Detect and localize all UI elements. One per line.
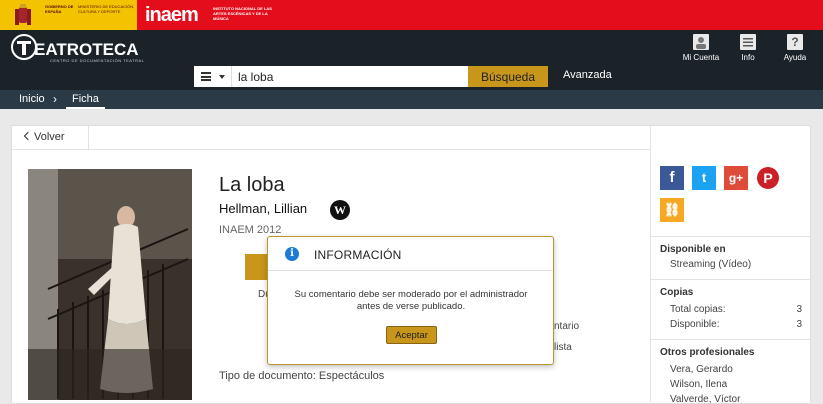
googleplus-share-icon[interactable]: g+ — [724, 166, 748, 190]
available-copies-row: Disponible: 3 — [660, 319, 802, 330]
ministry-text: MINISTERIO DE EDUCACIÓN, CULTURA Y DEPOR… — [78, 4, 135, 14]
available-copies-label: Disponible: — [670, 319, 720, 330]
back-button[interactable]: Volver — [12, 126, 89, 150]
pinterest-share-icon[interactable]: P — [756, 166, 780, 190]
help-label: Ayuda — [783, 53, 807, 62]
record-title: La loba — [219, 174, 285, 196]
professional-item[interactable]: Valverde, Víctor — [660, 394, 802, 404]
site-header: EATROTECA CENTRO DE DOCUMENTACIÓN TEATRA… — [0, 30, 823, 66]
professional-item[interactable]: Vera, Gerardo — [660, 364, 802, 375]
site-logo-subtitle: CENTRO DE DOCUMENTACIÓN TEATRAL — [50, 58, 145, 63]
breadcrumb-current: Ficha — [66, 93, 105, 109]
availability-value[interactable]: Streaming (Vídeo) — [660, 259, 802, 270]
pinterest-glyph: P — [757, 167, 779, 189]
availability-section: Disponible en Streaming (Vídeo) — [651, 236, 811, 270]
inaem-logo[interactable]: inaem — [145, 4, 199, 27]
total-copies-value: 3 — [796, 304, 802, 315]
other-professionals-section: Otros profesionales Vera, Gerardo Wilson… — [651, 339, 811, 404]
search-bar: Búsqueda Avanzada — [0, 66, 823, 90]
chevron-left-icon — [23, 131, 33, 141]
add-comment-link[interactable]: ntario — [554, 321, 579, 332]
advanced-search-link[interactable]: Avanzada — [563, 69, 612, 81]
site-logo-text[interactable]: EATROTECA — [34, 40, 139, 60]
my-account-label: Mi Cuenta — [682, 53, 720, 62]
facebook-share-icon[interactable]: f — [660, 166, 684, 190]
dialog-header: i INFORMACIÓN — [268, 237, 553, 271]
twitter-share-icon[interactable]: t — [692, 166, 716, 190]
search-button[interactable]: Búsqueda — [468, 66, 548, 87]
record-author[interactable]: Hellman, Lillian — [219, 201, 307, 216]
record-toolbar: Volver — [12, 126, 650, 150]
dialog-message: Su comentario debe ser moderado por el a… — [294, 289, 528, 312]
wikipedia-icon[interactable]: W — [330, 200, 350, 220]
back-label: Volver — [34, 131, 65, 143]
permalink-icon[interactable]: ⛓ — [660, 198, 684, 222]
breadcrumb-home[interactable]: Inicio — [19, 93, 45, 105]
info-icon: i — [285, 247, 299, 261]
dialog-title: INFORMACIÓN — [314, 248, 402, 262]
accept-button[interactable]: Aceptar — [386, 326, 437, 344]
list-icon — [740, 34, 756, 50]
info-dialog: i INFORMACIÓN Su comentario debe ser mod… — [267, 236, 554, 365]
breadcrumb: Inicio › Ficha — [0, 90, 823, 109]
hamburger-icon — [201, 72, 211, 81]
government-bar: GOBIERNO DE ESPAÑA MINISTERIO DE EDUCACI… — [0, 0, 823, 30]
add-to-list-link[interactable]: lista — [554, 342, 572, 353]
help-button[interactable]: ? Ayuda — [775, 34, 815, 62]
available-copies-value: 3 — [796, 319, 802, 330]
search-input[interactable] — [232, 66, 468, 87]
inaem-description: INSTITUTO NACIONAL DE LAS ARTES ESCÉNICA… — [213, 6, 272, 21]
total-copies-row: Total copias: 3 — [660, 304, 802, 315]
cover-image[interactable] — [28, 169, 192, 400]
professional-item[interactable]: Wilson, Ilena — [660, 379, 802, 390]
total-copies-label: Total copias: — [670, 304, 726, 315]
record-publisher: INAEM 2012 — [219, 224, 282, 236]
gov-spain-logo: GOBIERNO DE ESPAÑA MINISTERIO DE EDUCACI… — [0, 0, 137, 30]
availability-title: Disponible en — [660, 244, 726, 255]
search-scope-dropdown[interactable] — [194, 66, 232, 87]
chevron-right-icon: › — [53, 92, 57, 106]
chevron-down-icon — [219, 75, 225, 79]
document-type: Tipo de documento: Espectáculos — [219, 370, 385, 382]
user-icon — [693, 34, 709, 50]
copies-title: Copias — [660, 287, 694, 298]
copies-section: Copias Total copias: 3 Disponible: 3 — [651, 279, 811, 330]
coat-of-arms-icon — [15, 4, 31, 25]
record-sidebar: f t g+ P ⛓ Disponible en Streaming (Víde… — [650, 126, 811, 404]
info-button[interactable]: Info — [728, 34, 768, 62]
other-professionals-title: Otros profesionales — [660, 347, 755, 358]
my-account-button[interactable]: Mi Cuenta — [681, 34, 721, 62]
info-label: Info — [741, 53, 755, 62]
question-icon: ? — [787, 34, 803, 50]
